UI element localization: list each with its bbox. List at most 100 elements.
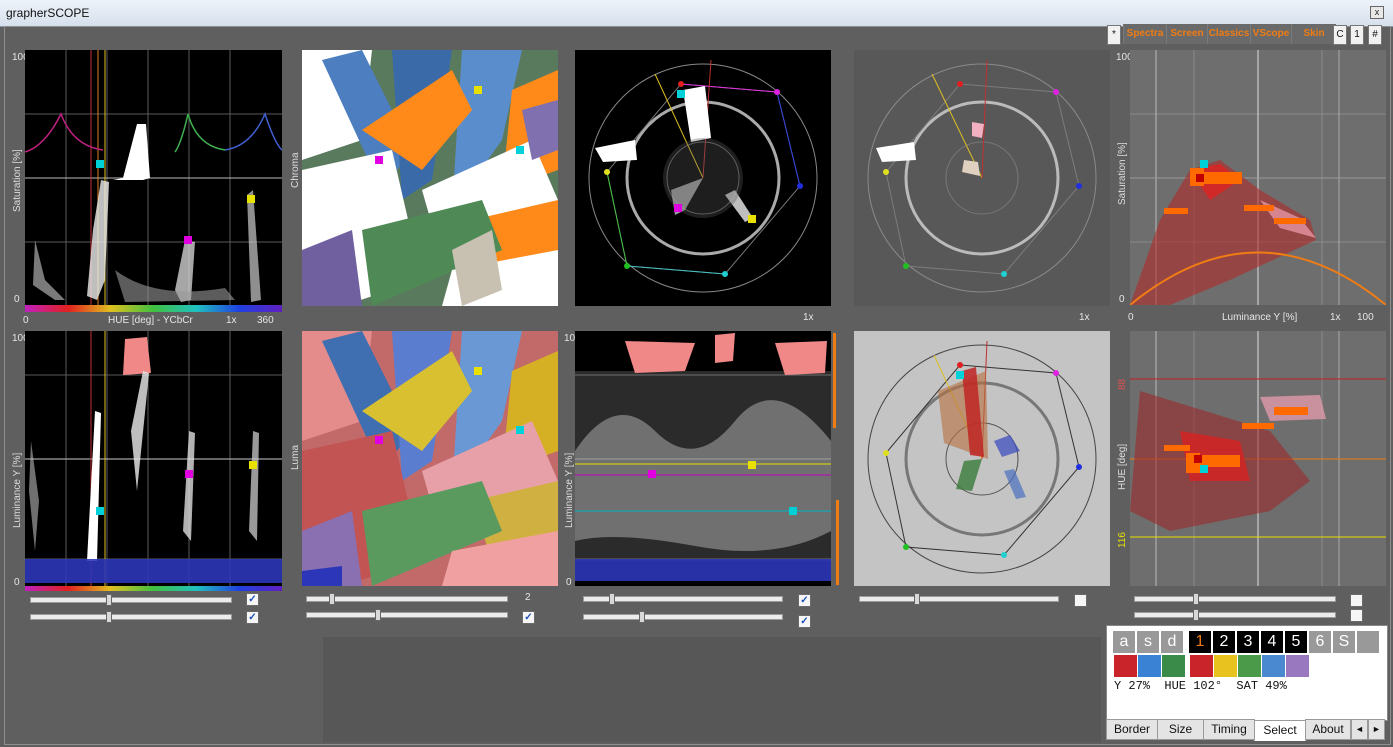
tab-scroll-left[interactable]: ◄ <box>1351 719 1368 740</box>
hs-y-label: Saturation [%] <box>12 149 23 212</box>
star-button[interactable]: * <box>1107 25 1121 45</box>
wf-y-label: Luminance Y [%] <box>564 452 575 528</box>
tab-scroll-right[interactable]: ► <box>1368 719 1385 740</box>
hue-saturation-scope[interactable] <box>25 50 282 305</box>
vscope-button[interactable]: VScope <box>1250 24 1291 44</box>
slider-wf-1[interactable] <box>583 593 783 605</box>
swatch-red[interactable] <box>1114 655 1137 677</box>
luma-slider-value: 2 <box>525 592 531 603</box>
marker-cyan <box>96 160 104 168</box>
checkbox-wf-2[interactable]: ✓ <box>798 615 811 628</box>
swatch-blue[interactable] <box>1138 655 1161 677</box>
key-5[interactable]: 5 <box>1285 631 1307 653</box>
lh-mark-top: 88 <box>1117 378 1128 390</box>
hl-y-bottom: 0 <box>14 577 20 588</box>
swatch-2[interactable] <box>1214 655 1237 677</box>
key-1[interactable]: 1 <box>1189 631 1211 653</box>
key-4[interactable]: 4 <box>1261 631 1283 653</box>
key-s-upper[interactable]: S <box>1333 631 1355 653</box>
key-a[interactable]: a <box>1113 631 1135 653</box>
checkbox-hs-2[interactable]: ✓ <box>246 611 259 624</box>
marker-cyan <box>516 146 524 154</box>
checkbox-lh-2[interactable] <box>1350 609 1363 622</box>
grid-button[interactable]: # <box>1368 25 1382 45</box>
luma-image[interactable] <box>302 331 558 586</box>
vectorscope-3[interactable] <box>854 331 1110 586</box>
slider-luma-2[interactable] <box>306 609 508 621</box>
one-button[interactable]: 1 <box>1350 25 1364 45</box>
tab-size[interactable]: Size <box>1157 719 1204 740</box>
marker-yellow <box>748 215 756 223</box>
checkbox-vs3[interactable] <box>1074 594 1087 607</box>
slider-vs3[interactable] <box>859 593 1059 605</box>
hs-y-bottom: 0 <box>14 294 20 305</box>
close-icon[interactable]: x <box>1370 6 1384 19</box>
tab-timing[interactable]: Timing <box>1203 719 1255 740</box>
key-3[interactable]: 3 <box>1237 631 1259 653</box>
key-6[interactable]: 6 <box>1309 631 1331 653</box>
marker-cyan <box>1200 465 1208 473</box>
luminance-waveform[interactable] <box>575 331 831 586</box>
ls-y-label: Saturation [%] <box>1117 142 1128 205</box>
hs-x-label: HUE [deg] - YCbCr <box>108 315 193 326</box>
c-button[interactable]: C <box>1333 25 1347 45</box>
key-2[interactable]: 2 <box>1213 631 1235 653</box>
selection-readout: Y 27% HUE 102° SAT 49% <box>1114 679 1287 693</box>
checkbox-hs-1[interactable]: ✓ <box>246 593 259 606</box>
vectorscope-1[interactable] <box>575 50 831 306</box>
luma-label: Luma <box>290 444 301 470</box>
key-d[interactable]: d <box>1161 631 1183 653</box>
tab-border[interactable]: Border <box>1106 719 1158 740</box>
key-blank[interactable] <box>1357 631 1379 653</box>
luminance-hue-scope[interactable] <box>1130 331 1386 586</box>
marker-magenta <box>375 156 383 164</box>
bottom-empty-area <box>323 637 1101 742</box>
marker-magenta <box>648 470 656 478</box>
waveform-range-bottom <box>836 500 839 585</box>
swatch-5[interactable] <box>1286 655 1309 677</box>
tab-select[interactable]: Select <box>1254 720 1306 741</box>
spectra-button[interactable]: Spectra <box>1123 24 1166 44</box>
lh-mark-bottom: 116 <box>1117 532 1128 548</box>
marker-yellow <box>474 86 482 94</box>
swatch-4[interactable] <box>1262 655 1285 677</box>
screen-button[interactable]: Screen <box>1166 24 1207 44</box>
marker-cyan <box>956 371 964 379</box>
marker-cyan <box>96 507 104 515</box>
hue-luminance-scope[interactable] <box>25 331 282 586</box>
title-bar <box>0 0 1393 27</box>
marker-cyan <box>789 507 797 515</box>
chroma-image[interactable] <box>302 50 558 306</box>
ls-x-left: 0 <box>1128 312 1134 323</box>
slider-lh-1[interactable] <box>1134 593 1336 605</box>
tab-about[interactable]: About <box>1305 719 1351 740</box>
marker-magenta <box>184 236 192 244</box>
ls-x-label: Luminance Y [%] <box>1222 312 1298 323</box>
ls-y-bottom: 0 <box>1119 294 1125 305</box>
slider-hs-2[interactable] <box>30 611 232 623</box>
slider-wf-2[interactable] <box>583 611 783 623</box>
wf-y-bottom: 0 <box>566 577 572 588</box>
slider-luma-1[interactable] <box>306 593 508 605</box>
slider-lh-2[interactable] <box>1134 609 1336 621</box>
swatch-1[interactable] <box>1190 655 1213 677</box>
marker-cyan <box>516 426 524 434</box>
checkbox-lh-1[interactable] <box>1350 594 1363 607</box>
checkbox-wf-1[interactable]: ✓ <box>798 594 811 607</box>
skin-button[interactable]: Skin <box>1291 24 1336 44</box>
swatch-3[interactable] <box>1238 655 1261 677</box>
marker-yellow <box>748 461 756 469</box>
classics-button[interactable]: Classics <box>1207 24 1250 44</box>
vector1-zoom: 1x <box>803 312 814 323</box>
key-s[interactable]: s <box>1137 631 1159 653</box>
slider-hs-1[interactable] <box>30 594 232 606</box>
swatch-green[interactable] <box>1162 655 1185 677</box>
luminance-saturation-scope[interactable] <box>1130 50 1386 305</box>
marker-yellow <box>249 461 257 469</box>
vector2-zoom: 1x <box>1079 312 1090 323</box>
window-title: grapherSCOPE <box>6 6 90 20</box>
waveform-range-top <box>833 333 836 428</box>
checkbox-luma[interactable]: ✓ <box>522 611 535 624</box>
marker-magenta <box>375 436 383 444</box>
vectorscope-2[interactable] <box>854 50 1110 306</box>
